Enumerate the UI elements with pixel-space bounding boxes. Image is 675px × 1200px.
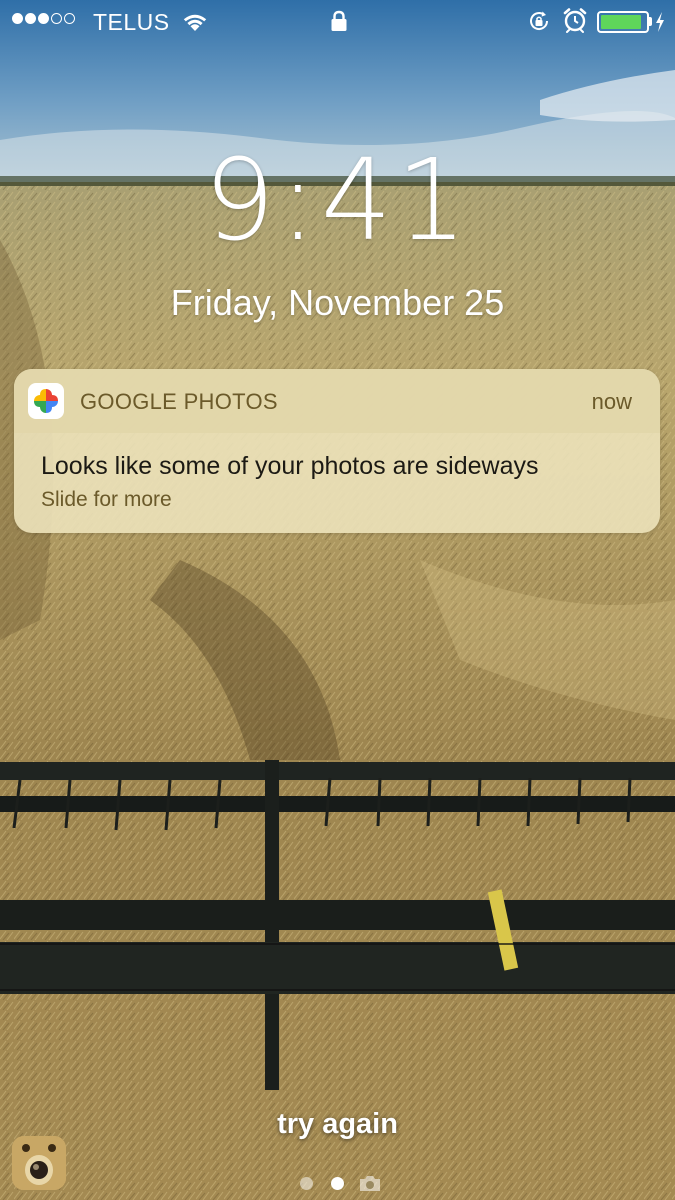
- notification-card[interactable]: GOOGLE PHOTOS now Looks like some of you…: [14, 369, 660, 533]
- notification-timestamp: now: [591, 389, 632, 414]
- lock-screen-time: 9:41: [203, 136, 472, 266]
- notification-title: Looks like some of your photos are sidew…: [41, 452, 539, 480]
- notification-subtitle: Slide for more: [41, 488, 172, 511]
- page-dot: [300, 1177, 313, 1190]
- battery-level: [601, 15, 641, 29]
- unlock-hint: try again: [277, 1108, 398, 1140]
- alarm-icon: [563, 8, 587, 33]
- google-photos-icon: [28, 383, 64, 419]
- battery-icon: [597, 11, 649, 33]
- signal-strength-icon: [12, 13, 75, 24]
- battery-tip: [649, 17, 652, 26]
- rotation-lock-icon: [530, 11, 549, 30]
- page-indicator[interactable]: [300, 1175, 390, 1191]
- wifi-icon: [183, 14, 207, 31]
- carrier-name: TELUS: [93, 9, 170, 35]
- lock-icon: [331, 10, 347, 31]
- notification-header: GOOGLE PHOTOS now: [14, 369, 660, 433]
- camera-icon[interactable]: [358, 1175, 382, 1192]
- lock-screen-date: Friday, November 25: [170, 282, 505, 323]
- page-dot-current: [331, 1177, 344, 1190]
- app-shortcut-icon[interactable]: [12, 1136, 66, 1190]
- notification-app-name: GOOGLE PHOTOS: [80, 389, 278, 414]
- status-bar: TELUS: [0, 0, 675, 44]
- charging-bolt-icon: [656, 12, 664, 32]
